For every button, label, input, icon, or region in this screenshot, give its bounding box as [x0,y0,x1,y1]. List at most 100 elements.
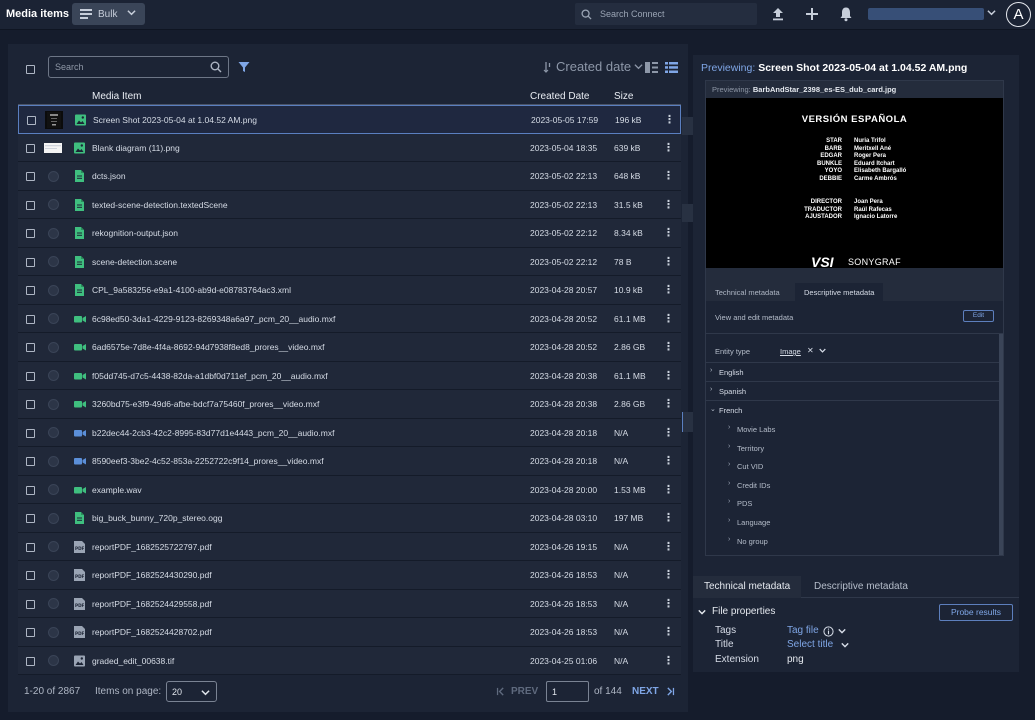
edit-button[interactable]: Edit [963,310,994,322]
more-options-icon[interactable]: ⋮ [663,283,674,296]
bulk-actions-button[interactable]: Bulk [72,3,145,25]
media-name[interactable]: Blank diagram (11).png [92,143,180,153]
more-options-icon[interactable]: ⋮ [663,540,674,553]
chevron-down-icon[interactable] [987,8,996,17]
inner-tab-technical[interactable]: Technical metadata [706,283,789,301]
chevron-down-icon[interactable] [841,641,849,649]
table-row[interactable]: f05dd745-d7c5-4438-82da-a1dbf0d711ef_pcm… [18,361,681,390]
table-row[interactable]: Blank diagram (11).png 2023-05-04 18:35 63… [18,133,681,162]
chevron-down-icon[interactable] [838,627,846,635]
table-row[interactable]: CPL_9a583256-e9a1-4100-ab9d-e08783764ac3… [18,276,681,305]
media-name[interactable]: reportPDF_1682525722797.pdf [92,542,212,552]
media-name[interactable]: CPL_9a583256-e9a1-4100-ab9d-e08783764ac3… [92,285,291,295]
more-options-icon[interactable]: ⋮ [663,483,674,496]
table-row[interactable]: PDF reportPDF_1682525722797.pdf 2023-04-26… [18,532,681,561]
row-checkbox[interactable] [26,656,35,666]
more-options-icon[interactable]: ⋮ [663,312,674,325]
table-row[interactable]: PDF reportPDF_1682524428702.pdf 2023-04-26… [18,618,681,647]
more-options-icon[interactable]: ⋮ [663,625,674,638]
more-options-icon[interactable]: ⋮ [663,169,674,182]
media-name[interactable]: texted-scene-detection.textedScene [92,200,228,210]
language-group[interactable]: ⌄ French [706,401,1003,420]
column-size[interactable]: Size [614,91,633,102]
row-checkbox[interactable] [26,286,35,295]
row-checkbox[interactable] [26,542,35,552]
search-icon[interactable] [210,61,222,73]
table-row[interactable]: scene-detection.scene 2023-05-02 22:12 78 … [18,247,681,276]
probe-results-button[interactable]: Probe results [939,604,1013,621]
media-name[interactable]: graded_edit_00638.tif [92,656,174,666]
table-row[interactable]: example.wav 2023-04-28 20:00 1.53 MB ⋮ [18,475,681,504]
language-group[interactable]: › English [706,363,1003,382]
add-icon[interactable] [804,6,820,22]
media-name[interactable]: 6ad6575e-7d8e-4f4a-8692-94d7938f8ed8_pro… [92,342,325,352]
table-row[interactable]: texted-scene-detection.textedScene 2023-0… [18,190,681,219]
table-row[interactable]: 6c98ed50-3da1-4229-9123-8269348a6a97_pcm… [18,304,681,333]
media-name[interactable]: reportPDF_1682524430290.pdf [92,570,212,580]
table-row[interactable]: Screen Shot 2023-05-04 at 1.04.52 AM.png… [18,105,681,134]
inner-tab-descriptive[interactable]: Descriptive metadata [795,283,884,301]
row-checkbox[interactable] [26,457,35,466]
row-checkbox[interactable] [26,229,35,238]
row-checkbox[interactable] [26,343,35,352]
filter-icon[interactable] [238,61,250,73]
more-options-icon[interactable]: ⋮ [663,255,674,268]
table-row[interactable]: dcts.json 2023-05-02 22:13 648 kB ⋮ [18,162,681,191]
more-options-icon[interactable]: ⋮ [663,597,674,610]
row-checkbox[interactable] [26,314,35,324]
row-checkbox[interactable] [26,257,35,267]
table-row[interactable]: PDF reportPDF_1682524429558.pdf 2023-04-26… [18,589,681,618]
more-options-icon[interactable]: ⋮ [663,454,674,467]
media-name[interactable]: dcts.json [92,171,126,181]
media-name[interactable]: scene-detection.scene [92,257,177,267]
more-options-icon[interactable]: ⋮ [663,397,674,410]
row-checkbox[interactable] [26,200,35,210]
media-name[interactable]: 8590eef3-3be2-4c52-853a-2252722c9f14_pro… [92,456,324,466]
more-options-icon[interactable]: ⋮ [663,369,674,382]
search-input[interactable]: Search [48,56,229,78]
row-checkbox[interactable] [26,514,35,523]
more-options-icon[interactable]: ⋮ [663,426,674,439]
bell-icon[interactable] [838,6,854,22]
more-options-icon[interactable]: ⋮ [663,226,674,239]
media-name[interactable]: 6c98ed50-3da1-4229-9123-8269348a6a97_pcm… [92,314,335,324]
user-name[interactable] [868,8,984,20]
more-options-icon[interactable]: ⋮ [663,568,674,581]
more-options-icon[interactable]: ⋮ [664,113,675,126]
media-name[interactable]: big_buck_bunny_720p_stereo.ogg [92,513,222,523]
table-row[interactable]: PDF reportPDF_1682524430290.pdf 2023-04-26… [18,561,681,590]
column-media-item[interactable]: Media Item [92,91,141,102]
file-properties-toggle[interactable]: File properties [698,606,775,617]
media-name[interactable]: rekognition-output.json [92,228,178,238]
row-checkbox[interactable] [26,485,35,495]
more-options-icon[interactable]: ⋮ [663,511,674,524]
media-name[interactable]: b22dec44-2cb3-42c2-8995-83d77d1e4443_pcm… [92,428,334,438]
info-icon[interactable] [823,626,834,637]
inner-scrollbar[interactable] [999,334,1003,555]
sort-dropdown[interactable]: Created date [543,59,643,74]
last-page-icon[interactable] [666,687,675,696]
row-checkbox[interactable] [26,428,35,438]
row-checkbox[interactable] [26,599,35,609]
tab-technical-metadata[interactable]: Technical metadata [693,576,802,598]
language-group[interactable]: › Spanish [706,382,1003,401]
property-value[interactable]: Select title [787,639,833,650]
media-name[interactable]: reportPDF_1682524428702.pdf [92,627,212,637]
media-name[interactable]: Screen Shot 2023-05-04 at 1.04.52 AM.png [93,115,257,125]
row-checkbox[interactable] [27,116,36,125]
table-row[interactable]: 8590eef3-3be2-4c52-853a-2252722c9f14_pro… [18,447,681,476]
row-checkbox[interactable] [26,172,35,181]
media-name[interactable]: f05dd745-d7c5-4438-82da-a1dbf0d711ef_pcm… [92,371,328,381]
detail-view-icon[interactable] [645,62,658,73]
more-options-icon[interactable]: ⋮ [663,198,674,211]
entity-type-value[interactable]: Image [780,347,801,356]
more-options-icon[interactable]: ⋮ [663,340,674,353]
media-name[interactable]: 3260bd75-e3f9-49d6-afbe-bdcf7a75460f_pro… [92,399,319,409]
property-value[interactable]: Tag file [787,625,819,636]
first-page-icon[interactable] [496,687,505,696]
global-search-input[interactable]: Search Connect [575,3,757,25]
items-per-page-select[interactable]: 20 [166,681,217,702]
row-checkbox[interactable] [26,571,35,580]
row-checkbox[interactable] [26,371,35,381]
row-checkbox[interactable] [26,628,35,637]
